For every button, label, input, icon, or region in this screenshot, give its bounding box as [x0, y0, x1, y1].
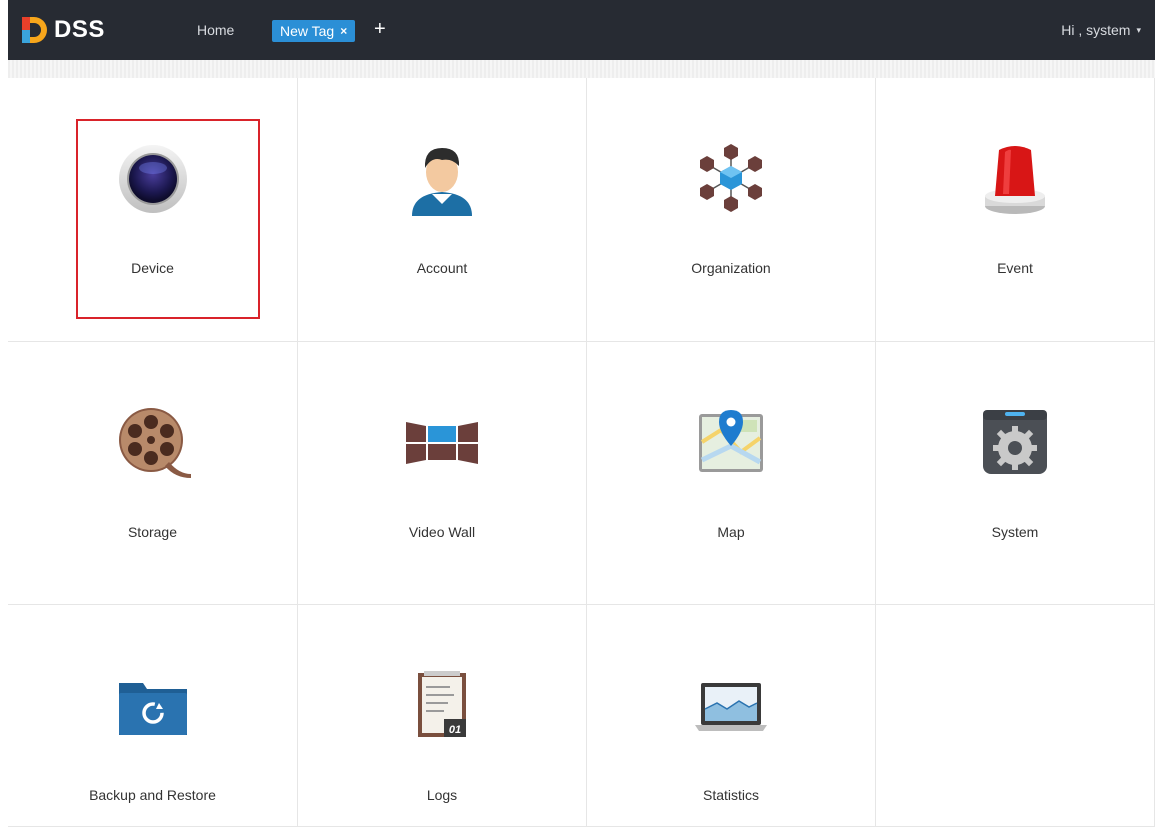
tile-label: System [991, 524, 1039, 540]
user-menu[interactable]: Hi , system ▾ [1061, 22, 1141, 38]
tile-label: Video Wall [408, 524, 476, 540]
add-tab-button[interactable]: + [374, 17, 386, 41]
user-greeting: Hi , system [1061, 22, 1131, 38]
app-name: DSS [54, 16, 105, 43]
tile-organization[interactable]: Organization [587, 78, 876, 342]
tile-video-wall[interactable]: Video Wall [298, 342, 587, 605]
tile-label: Storage [127, 524, 178, 540]
map-pin-icon [699, 410, 763, 472]
user-icon [412, 148, 472, 216]
tile-statistics[interactable]: Statistics [587, 605, 876, 827]
camera-lens-icon [118, 145, 187, 213]
tile-map[interactable]: Map [587, 342, 876, 605]
tile-logs[interactable]: 01 Logs [298, 605, 587, 827]
network-cubes-icon [700, 144, 762, 212]
tile-label: Logs [426, 787, 458, 803]
module-grid: Device Account Organization Event Storag… [8, 78, 1155, 827]
tab-new-tag[interactable]: New Tag × [272, 20, 356, 42]
tile-label: Backup and Restore [89, 787, 216, 803]
tile-label: Statistics [702, 787, 759, 803]
gear-icon [983, 410, 1047, 474]
home-tab[interactable]: Home [197, 22, 234, 38]
tile-label: Device [131, 260, 174, 276]
film-reel-icon [118, 408, 191, 478]
chevron-down-icon: ▾ [1136, 24, 1141, 35]
tile-empty [876, 605, 1155, 827]
tile-label: Organization [691, 260, 771, 276]
tile-account[interactable]: Account [298, 78, 587, 342]
tile-device[interactable]: Device [8, 78, 298, 342]
tile-event[interactable]: Event [876, 78, 1155, 342]
tile-backup-restore[interactable]: Backup and Restore [8, 605, 298, 827]
tile-system[interactable]: System [876, 342, 1155, 605]
svg-text:01: 01 [449, 724, 461, 736]
log-notepad-icon: 01 [418, 671, 466, 737]
top-bar: DSS Home New Tag × + Hi , system ▾ [0, 0, 1155, 60]
content-strip [8, 60, 1155, 78]
window-edge [0, 0, 8, 60]
video-wall-icon [406, 422, 478, 464]
tile-label: Event [997, 260, 1033, 276]
tab-label: New Tag [280, 23, 335, 39]
alarm-light-icon [985, 146, 1045, 214]
tile-label: Account [416, 260, 468, 276]
tile-label: Map [717, 524, 745, 540]
dss-logo-icon [22, 17, 47, 43]
app-logo[interactable]: DSS [20, 14, 105, 46]
laptop-chart-icon [695, 683, 767, 731]
close-icon[interactable]: × [340, 20, 347, 42]
folder-restore-icon [118, 683, 187, 735]
tile-storage[interactable]: Storage [8, 342, 298, 605]
